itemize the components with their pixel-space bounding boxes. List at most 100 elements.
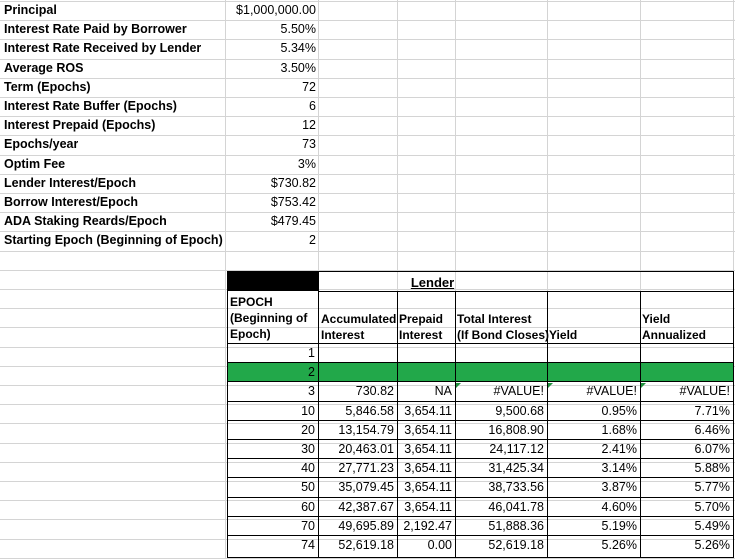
table-cell-epoch[interactable]: 74 [228,536,315,555]
table-cell-tot[interactable] [455,363,544,382]
table-cell-yld[interactable]: 4.60% [547,498,637,517]
table-cell-tot[interactable]: 16,808.90 [455,421,544,440]
table-column-border [547,291,548,557]
table-border [318,291,733,292]
table-cell-yld[interactable]: 3.14% [547,459,637,478]
table-cell-ann[interactable]: 6.07% [640,440,730,459]
black-header-cell [228,272,318,291]
table-cell-yld[interactable]: 5.26% [547,536,637,555]
table-cell-ann[interactable] [640,344,730,363]
table-cell-epoch[interactable]: 3 [228,382,315,401]
param-value[interactable]: 5.34% [225,39,316,58]
table-cell-acc[interactable]: 49,695.89 [318,517,394,536]
table-cell-tot[interactable]: #VALUE! [455,382,545,401]
param-value[interactable]: 5.50% [225,20,316,39]
param-label: Interest Rate Received by Lender [4,41,202,55]
table-cell-epoch[interactable]: 30 [228,440,315,459]
table-cell-yld[interactable]: 1.68% [547,421,637,440]
table-cell-yld[interactable]: 3.87% [547,478,637,497]
table-cell-tot[interactable]: 38,733.56 [455,478,544,497]
table-cell-acc[interactable]: 5,846.58 [318,402,394,421]
table-cell-epoch[interactable]: 10 [228,402,315,421]
table-cell-epoch[interactable]: 2 [228,363,315,382]
table-cell-ann[interactable]: 5.26% [640,536,730,555]
table-cell-acc[interactable]: 13,154.79 [318,421,394,440]
table-cell-tot[interactable]: 31,425.34 [455,459,544,478]
table-cell-ann[interactable] [640,363,730,382]
table-cell-ann[interactable]: 6.46% [640,421,730,440]
table-cell-pre[interactable]: NA [397,382,452,401]
param-value[interactable]: $753.42 [225,193,316,212]
table-cell-epoch[interactable]: 70 [228,517,315,536]
table-cell-pre[interactable]: 3,654.11 [397,478,452,497]
table-cell-pre[interactable] [397,363,452,382]
table-cell-yld[interactable]: 2.41% [547,440,637,459]
grid-row-line [0,135,735,136]
table-cell-ann[interactable]: 5.77% [640,478,730,497]
table-border [227,271,228,557]
table-cell-ann[interactable]: 5.49% [640,517,730,536]
table-cell-pre[interactable]: 2,192.47 [397,517,452,536]
table-cell-pre[interactable] [397,344,452,363]
table-cell-epoch[interactable]: 60 [228,498,315,517]
table-cell-tot[interactable] [455,344,544,363]
param-value[interactable]: $479.45 [225,212,316,231]
table-cell-yld[interactable] [547,363,637,382]
table-row-border [228,439,733,440]
header-yield-annualized: Yield Annualized [642,312,707,342]
table-border [227,343,734,344]
param-value[interactable]: 2 [225,231,316,250]
table-cell-pre[interactable]: 3,654.11 [397,459,452,478]
param-value[interactable]: 3.50% [225,59,316,78]
table-border [227,271,734,272]
grid-row-line [0,59,735,60]
table-row-border [228,458,733,459]
table-cell-ann[interactable]: 7.71% [640,402,730,421]
param-value[interactable]: $730.82 [225,174,316,193]
table-cell-pre[interactable]: 3,654.11 [397,402,452,421]
table-cell-epoch[interactable]: 50 [228,478,315,497]
table-cell-tot[interactable]: 51,888.36 [455,517,544,536]
table-cell-yld[interactable]: 0.95% [547,402,637,421]
header-prepaid-interest: Prepaid Interest [399,312,444,342]
table-cell-yld[interactable] [547,344,637,363]
grid-row-line [0,308,735,309]
table-cell-acc[interactable] [318,363,394,382]
table-cell-acc[interactable] [318,344,394,363]
table-cell-acc[interactable]: 27,771.23 [318,459,394,478]
param-value[interactable]: $1,000,000.00 [225,1,316,20]
header-epoch: EPOCH (Beginning of Epoch) [230,295,308,341]
error-indicator-icon [641,383,646,388]
table-cell-epoch[interactable]: 40 [228,459,315,478]
table-cell-yld[interactable]: #VALUE! [547,382,638,401]
table-column-border [397,291,398,557]
param-label: Epochs/year [4,137,79,151]
table-cell-tot[interactable]: 52,619.18 [455,536,544,555]
table-cell-pre[interactable]: 0.00 [397,536,452,555]
table-cell-epoch[interactable]: 20 [228,421,315,440]
table-cell-tot[interactable]: 46,041.78 [455,498,544,517]
table-cell-acc[interactable]: 20,463.01 [318,440,394,459]
param-value[interactable]: 12 [225,116,316,135]
table-cell-tot[interactable]: 24,117.12 [455,440,544,459]
grid-row-line [0,251,735,252]
param-value[interactable]: 6 [225,97,316,116]
param-label: Starting Epoch (Beginning of Epoch) [4,233,223,247]
table-cell-acc[interactable]: 42,387.67 [318,498,394,517]
table-cell-acc[interactable]: 730.82 [318,382,394,401]
table-row-border [228,362,733,363]
table-cell-pre[interactable]: 3,654.11 [397,421,452,440]
table-cell-ann[interactable]: #VALUE! [640,382,731,401]
table-cell-yld[interactable]: 5.19% [547,517,637,536]
param-value[interactable]: 73 [225,135,316,154]
table-cell-acc[interactable]: 35,079.45 [318,478,394,497]
table-cell-epoch[interactable]: 1 [228,344,315,363]
table-cell-pre[interactable]: 3,654.11 [397,498,452,517]
table-cell-pre[interactable]: 3,654.11 [397,440,452,459]
table-cell-ann[interactable]: 5.88% [640,459,730,478]
param-value[interactable]: 72 [225,78,316,97]
table-cell-acc[interactable]: 52,619.18 [318,536,394,555]
param-value[interactable]: 3% [225,155,316,174]
table-cell-ann[interactable]: 5.70% [640,498,730,517]
table-cell-tot[interactable]: 9,500.68 [455,402,544,421]
